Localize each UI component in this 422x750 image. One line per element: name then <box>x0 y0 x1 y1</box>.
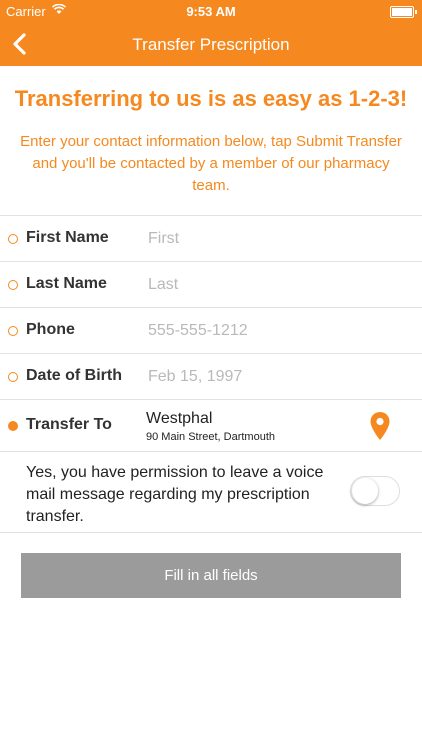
intro-text: Enter your contact information below, ta… <box>20 133 402 194</box>
voicemail-permission-toggle[interactable] <box>350 476 400 506</box>
transfer-to-label: Transfer To <box>26 416 112 433</box>
status-time: 9:53 AM <box>186 4 236 19</box>
last-name-input[interactable] <box>146 273 400 297</box>
last-name-row: Last Name <box>0 261 422 307</box>
submit-transfer-button[interactable]: Fill in all fields <box>21 553 401 598</box>
status-dot-icon <box>8 325 18 336</box>
status-dot-icon <box>8 371 18 382</box>
battery-icon <box>390 6 417 18</box>
voicemail-permission-text: Yes, you have permission to leave a voic… <box>26 464 324 525</box>
toggle-knob <box>352 478 378 504</box>
transfer-form: First Name Last Name Phone Date of Birth… <box>0 215 422 533</box>
dob-input[interactable] <box>146 365 400 389</box>
phone-input[interactable] <box>146 319 400 343</box>
first-name-input[interactable] <box>146 227 400 251</box>
app-header: Carrier 9:53 AM Transfer Prescription <box>0 0 422 66</box>
page-title: Transfer Prescription <box>132 35 290 54</box>
dob-label: Date of Birth <box>26 367 122 384</box>
headline: Transferring to us is as easy as 1-2-3! <box>14 86 408 111</box>
phone-label: Phone <box>26 321 75 338</box>
status-dot-icon <box>8 279 18 290</box>
transfer-to-row[interactable]: Transfer To Westphal 90 Main Street, Dar… <box>0 399 422 451</box>
voicemail-permission-row: Yes, you have permission to leave a voic… <box>0 451 422 533</box>
pharmacy-name: Westphal <box>146 410 213 427</box>
status-bar: Carrier 9:53 AM <box>0 0 422 24</box>
phone-row: Phone <box>0 307 422 353</box>
last-name-label: Last Name <box>26 275 107 292</box>
dob-row: Date of Birth <box>0 353 422 399</box>
first-name-row: First Name <box>0 215 422 261</box>
location-pin-icon[interactable] <box>369 411 391 441</box>
status-dot-icon <box>8 233 18 244</box>
status-dot-icon <box>8 420 18 431</box>
first-name-label: First Name <box>26 229 109 246</box>
pharmacy-address: 90 Main Street, Dartmouth <box>146 431 276 443</box>
nav-bar: Transfer Prescription <box>0 24 422 66</box>
